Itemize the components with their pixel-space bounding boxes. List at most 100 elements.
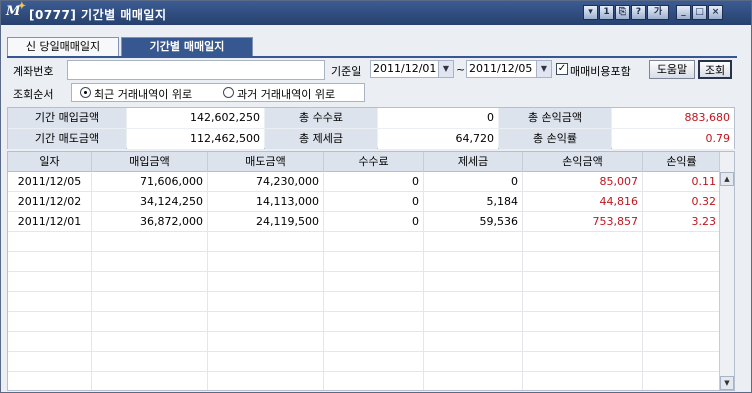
search-button[interactable]: 조회 xyxy=(698,60,732,79)
cell-pnl xyxy=(523,292,643,312)
cell-rate xyxy=(643,352,720,372)
buy-amount-label: 기간 매입금액 xyxy=(8,108,126,128)
column-header-rate[interactable]: 손익률 xyxy=(643,152,720,172)
column-header-date[interactable]: 일자 xyxy=(8,152,92,172)
table-row[interactable]: 2011/12/01 36,872,000 24,119,500 0 59,536 753… xyxy=(8,212,720,232)
cell-rate xyxy=(643,272,720,292)
scroll-down-icon[interactable]: ▼ xyxy=(720,376,734,390)
cell-fee: 0 xyxy=(324,172,424,192)
cell-sell xyxy=(208,272,324,292)
order-recent-radio[interactable] xyxy=(80,87,91,98)
table-row[interactable]: 2011/12/02 34,124,250 14,113,000 0 5,184 44,8… xyxy=(8,192,720,212)
column-header-sell[interactable]: 매도금액 xyxy=(208,152,324,172)
start-date-picker[interactable]: 2011/12/01 ▼ xyxy=(370,60,454,78)
font-size-button[interactable]: 가 xyxy=(647,5,669,20)
cell-rate xyxy=(643,332,720,352)
column-header-fee[interactable]: 수수료 xyxy=(324,152,424,172)
cell-tax xyxy=(424,272,523,292)
total-pnl-value: 883,680 xyxy=(612,108,734,128)
order-past-radio[interactable] xyxy=(223,87,234,98)
cell-fee: 0 xyxy=(324,212,424,232)
minimize-button[interactable]: _ xyxy=(676,5,691,20)
table-row[interactable] xyxy=(8,252,720,272)
dropdown-menu-button[interactable]: ▾ xyxy=(583,5,598,20)
start-date-value: 2011/12/01 xyxy=(373,62,437,75)
cell-pnl xyxy=(523,352,643,372)
cell-fee xyxy=(324,292,424,312)
buy-amount-value: 142,602,250 xyxy=(127,108,264,128)
cell-fee xyxy=(324,272,424,292)
table-row[interactable]: 2011/12/05 71,606,000 74,230,000 0 0 85,007 0.… xyxy=(8,172,720,192)
sell-amount-label: 기간 매도금액 xyxy=(8,129,126,149)
total-pnl-label: 총 손익금액 xyxy=(499,108,611,128)
cell-pnl: 44,816 xyxy=(523,192,643,212)
cell-tax xyxy=(424,292,523,312)
cell-fee xyxy=(324,252,424,272)
scroll-up-icon[interactable]: ▲ xyxy=(720,172,734,186)
total-tax-label: 총 제세금 xyxy=(265,129,377,149)
help-button[interactable]: 도움말 xyxy=(649,60,695,79)
tab-divider xyxy=(7,56,737,58)
column-header-buy[interactable]: 매입금액 xyxy=(92,152,208,172)
tab-daily-journal[interactable]: 신 당일매매일지 xyxy=(7,37,119,57)
chevron-down-icon[interactable]: ▼ xyxy=(438,61,453,77)
cell-date: 2011/12/05 xyxy=(8,172,92,192)
cell-date xyxy=(8,312,92,332)
title-bar[interactable]: M ✦ [0777] 기간별 매매일지 ▾ 1 ⎘ ? 가 _ □ × xyxy=(1,1,751,25)
end-date-picker[interactable]: 2011/12/05 ▼ xyxy=(466,60,552,78)
table-row[interactable] xyxy=(8,272,720,292)
cell-date xyxy=(8,372,92,390)
cell-pnl: 85,007 xyxy=(523,172,643,192)
cell-rate xyxy=(643,232,720,252)
cell-rate xyxy=(643,312,720,332)
column-header-pnl[interactable]: 손익금액 xyxy=(523,152,643,172)
cell-pnl xyxy=(523,372,643,390)
cell-sell xyxy=(208,312,324,332)
cell-buy: 34,124,250 xyxy=(92,192,208,212)
cell-buy xyxy=(92,352,208,372)
table-row[interactable] xyxy=(8,332,720,352)
cell-fee: 0 xyxy=(324,192,424,212)
cell-date xyxy=(8,352,92,372)
cell-sell: 14,113,000 xyxy=(208,192,324,212)
order-past-label[interactable]: 과거 거래내역이 위로 xyxy=(237,86,335,102)
chevron-down-icon[interactable]: ▼ xyxy=(536,61,551,77)
fee-include-checkbox[interactable]: ✓ xyxy=(556,63,568,75)
total-fee-value: 0 xyxy=(378,108,498,128)
column-header-tax[interactable]: 제세금 xyxy=(424,152,523,172)
table-row[interactable] xyxy=(8,372,720,390)
account-label: 계좌번호 xyxy=(13,65,54,78)
cell-buy xyxy=(92,252,208,272)
close-button[interactable]: × xyxy=(708,5,723,20)
cell-buy: 71,606,000 xyxy=(92,172,208,192)
cell-sell xyxy=(208,292,324,312)
screen-number-button[interactable]: 1 xyxy=(599,5,614,20)
table-row[interactable] xyxy=(8,352,720,372)
cell-buy: 36,872,000 xyxy=(92,212,208,232)
maximize-button[interactable]: □ xyxy=(692,5,707,20)
cell-date xyxy=(8,332,92,352)
cell-fee xyxy=(324,352,424,372)
order-recent-label[interactable]: 최근 거래내역이 위로 xyxy=(94,86,192,102)
tab-period-journal[interactable]: 기간별 매매일지 xyxy=(121,37,253,57)
table-header: 일자 매입금액 매도금액 수수료 제세금 손익금액 손익률 xyxy=(8,152,720,172)
cell-sell xyxy=(208,332,324,352)
table-row[interactable] xyxy=(8,232,720,252)
table-row[interactable] xyxy=(8,292,720,312)
order-label: 조회순서 xyxy=(13,88,54,101)
table-row[interactable] xyxy=(8,312,720,332)
vertical-scrollbar[interactable]: ▲ ▼ xyxy=(719,152,734,390)
help-icon[interactable]: ? xyxy=(631,5,646,20)
account-input[interactable] xyxy=(67,60,325,80)
cell-pnl xyxy=(523,272,643,292)
cell-rate: 0.11 xyxy=(691,175,717,188)
copy-button[interactable]: ⎘ xyxy=(615,5,630,20)
end-date-value: 2011/12/05 xyxy=(469,62,533,75)
cell-tax xyxy=(424,352,523,372)
journal-table[interactable]: 일자 매입금액 매도금액 수수료 제세금 손익금액 손익률 2011/12/05… xyxy=(7,151,735,391)
cell-pnl xyxy=(523,332,643,352)
window-title: [0777] 기간별 매매일지 xyxy=(29,8,167,22)
total-fee-label: 총 수수료 xyxy=(265,108,377,128)
cell-tax xyxy=(424,332,523,352)
cell-buy xyxy=(92,372,208,390)
